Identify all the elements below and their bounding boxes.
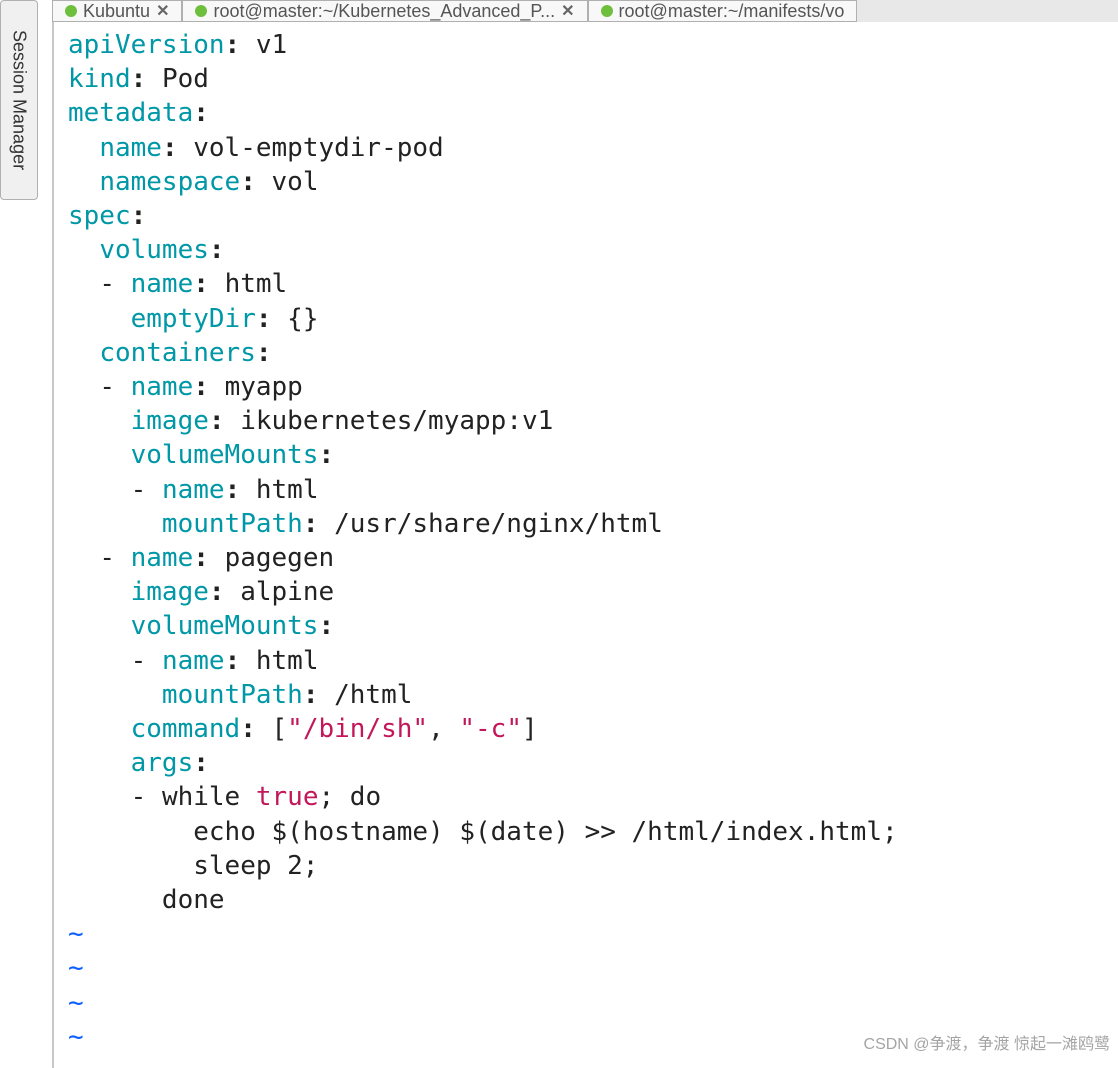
yaml-value: html [225,269,288,299]
close-icon[interactable]: ✕ [156,1,169,21]
status-dot-icon [65,5,77,17]
yaml-key: name [162,475,225,505]
tab-label: Kubuntu [83,1,150,22]
yaml-key: spec [68,201,131,231]
yaml-string: "/bin/sh" [287,714,428,744]
yaml-key: image [131,577,209,607]
session-manager-tab[interactable]: Session Manager [0,0,38,200]
yaml-key: image [131,406,209,436]
vim-tilde: ~ [68,919,84,949]
yaml-key: name [162,646,225,676]
yaml-key: args [131,748,194,778]
yaml-value: /html [334,680,412,710]
yaml-value: html [256,646,319,676]
status-dot-icon [195,5,207,17]
status-dot-icon [601,5,613,17]
yaml-key: name [131,543,194,573]
yaml-key: volumeMounts [131,440,319,470]
yaml-value: /usr/share/nginx/html [334,509,663,539]
yaml-key: emptyDir [131,304,256,334]
yaml-value: html [256,475,319,505]
yaml-value: alpine [240,577,334,607]
yaml-script-line: sleep 2; [193,851,318,881]
yaml-key: mountPath [162,680,303,710]
yaml-value: myapp [225,372,303,402]
yaml-key: name [131,269,194,299]
tab-label: root@master:~/manifests/vo [619,1,845,22]
yaml-key: name [99,133,162,163]
yaml-value: vol-emptydir-pod [193,133,443,163]
yaml-key: apiVersion [68,30,225,60]
yaml-key: mountPath [162,509,303,539]
tab-kubernetes-advanced[interactable]: root@master:~/Kubernetes_Advanced_P... ✕ [182,0,587,22]
tab-kubuntu[interactable]: Kubuntu ✕ [52,0,182,22]
yaml-key: name [131,372,194,402]
yaml-value: v1 [256,30,287,60]
yaml-key: kind [68,64,131,94]
yaml-value: Pod [162,64,209,94]
yaml-key: command [131,714,241,744]
yaml-value: ikubernetes/myapp:v1 [240,406,553,436]
yaml-key: volumes [99,235,209,265]
yaml-string: "-c" [459,714,522,744]
yaml-keyword: true [256,782,319,812]
yaml-value: pagegen [225,543,335,573]
code-editor[interactable]: apiVersion: v1 kind: Pod metadata: name:… [52,22,1118,1068]
vim-tilde: ~ [68,1022,84,1052]
vim-tilde: ~ [68,988,84,1018]
yaml-key: volumeMounts [131,611,319,641]
yaml-value: vol [272,167,319,197]
yaml-key: metadata [68,98,193,128]
yaml-value: {} [287,304,318,334]
yaml-key: containers [99,338,256,368]
terminal-tabbar: Kubuntu ✕ root@master:~/Kubernetes_Advan… [52,0,1118,22]
yaml-key: namespace [99,167,240,197]
close-icon[interactable]: ✕ [561,1,574,21]
yaml-script-line: done [162,885,225,915]
tab-label: root@master:~/Kubernetes_Advanced_P... [213,1,555,22]
yaml-script-line: echo $(hostname) $(date) >> /html/index.… [193,817,897,847]
vim-tilde: ~ [68,953,84,983]
tab-manifests[interactable]: root@master:~/manifests/vo [588,0,858,22]
